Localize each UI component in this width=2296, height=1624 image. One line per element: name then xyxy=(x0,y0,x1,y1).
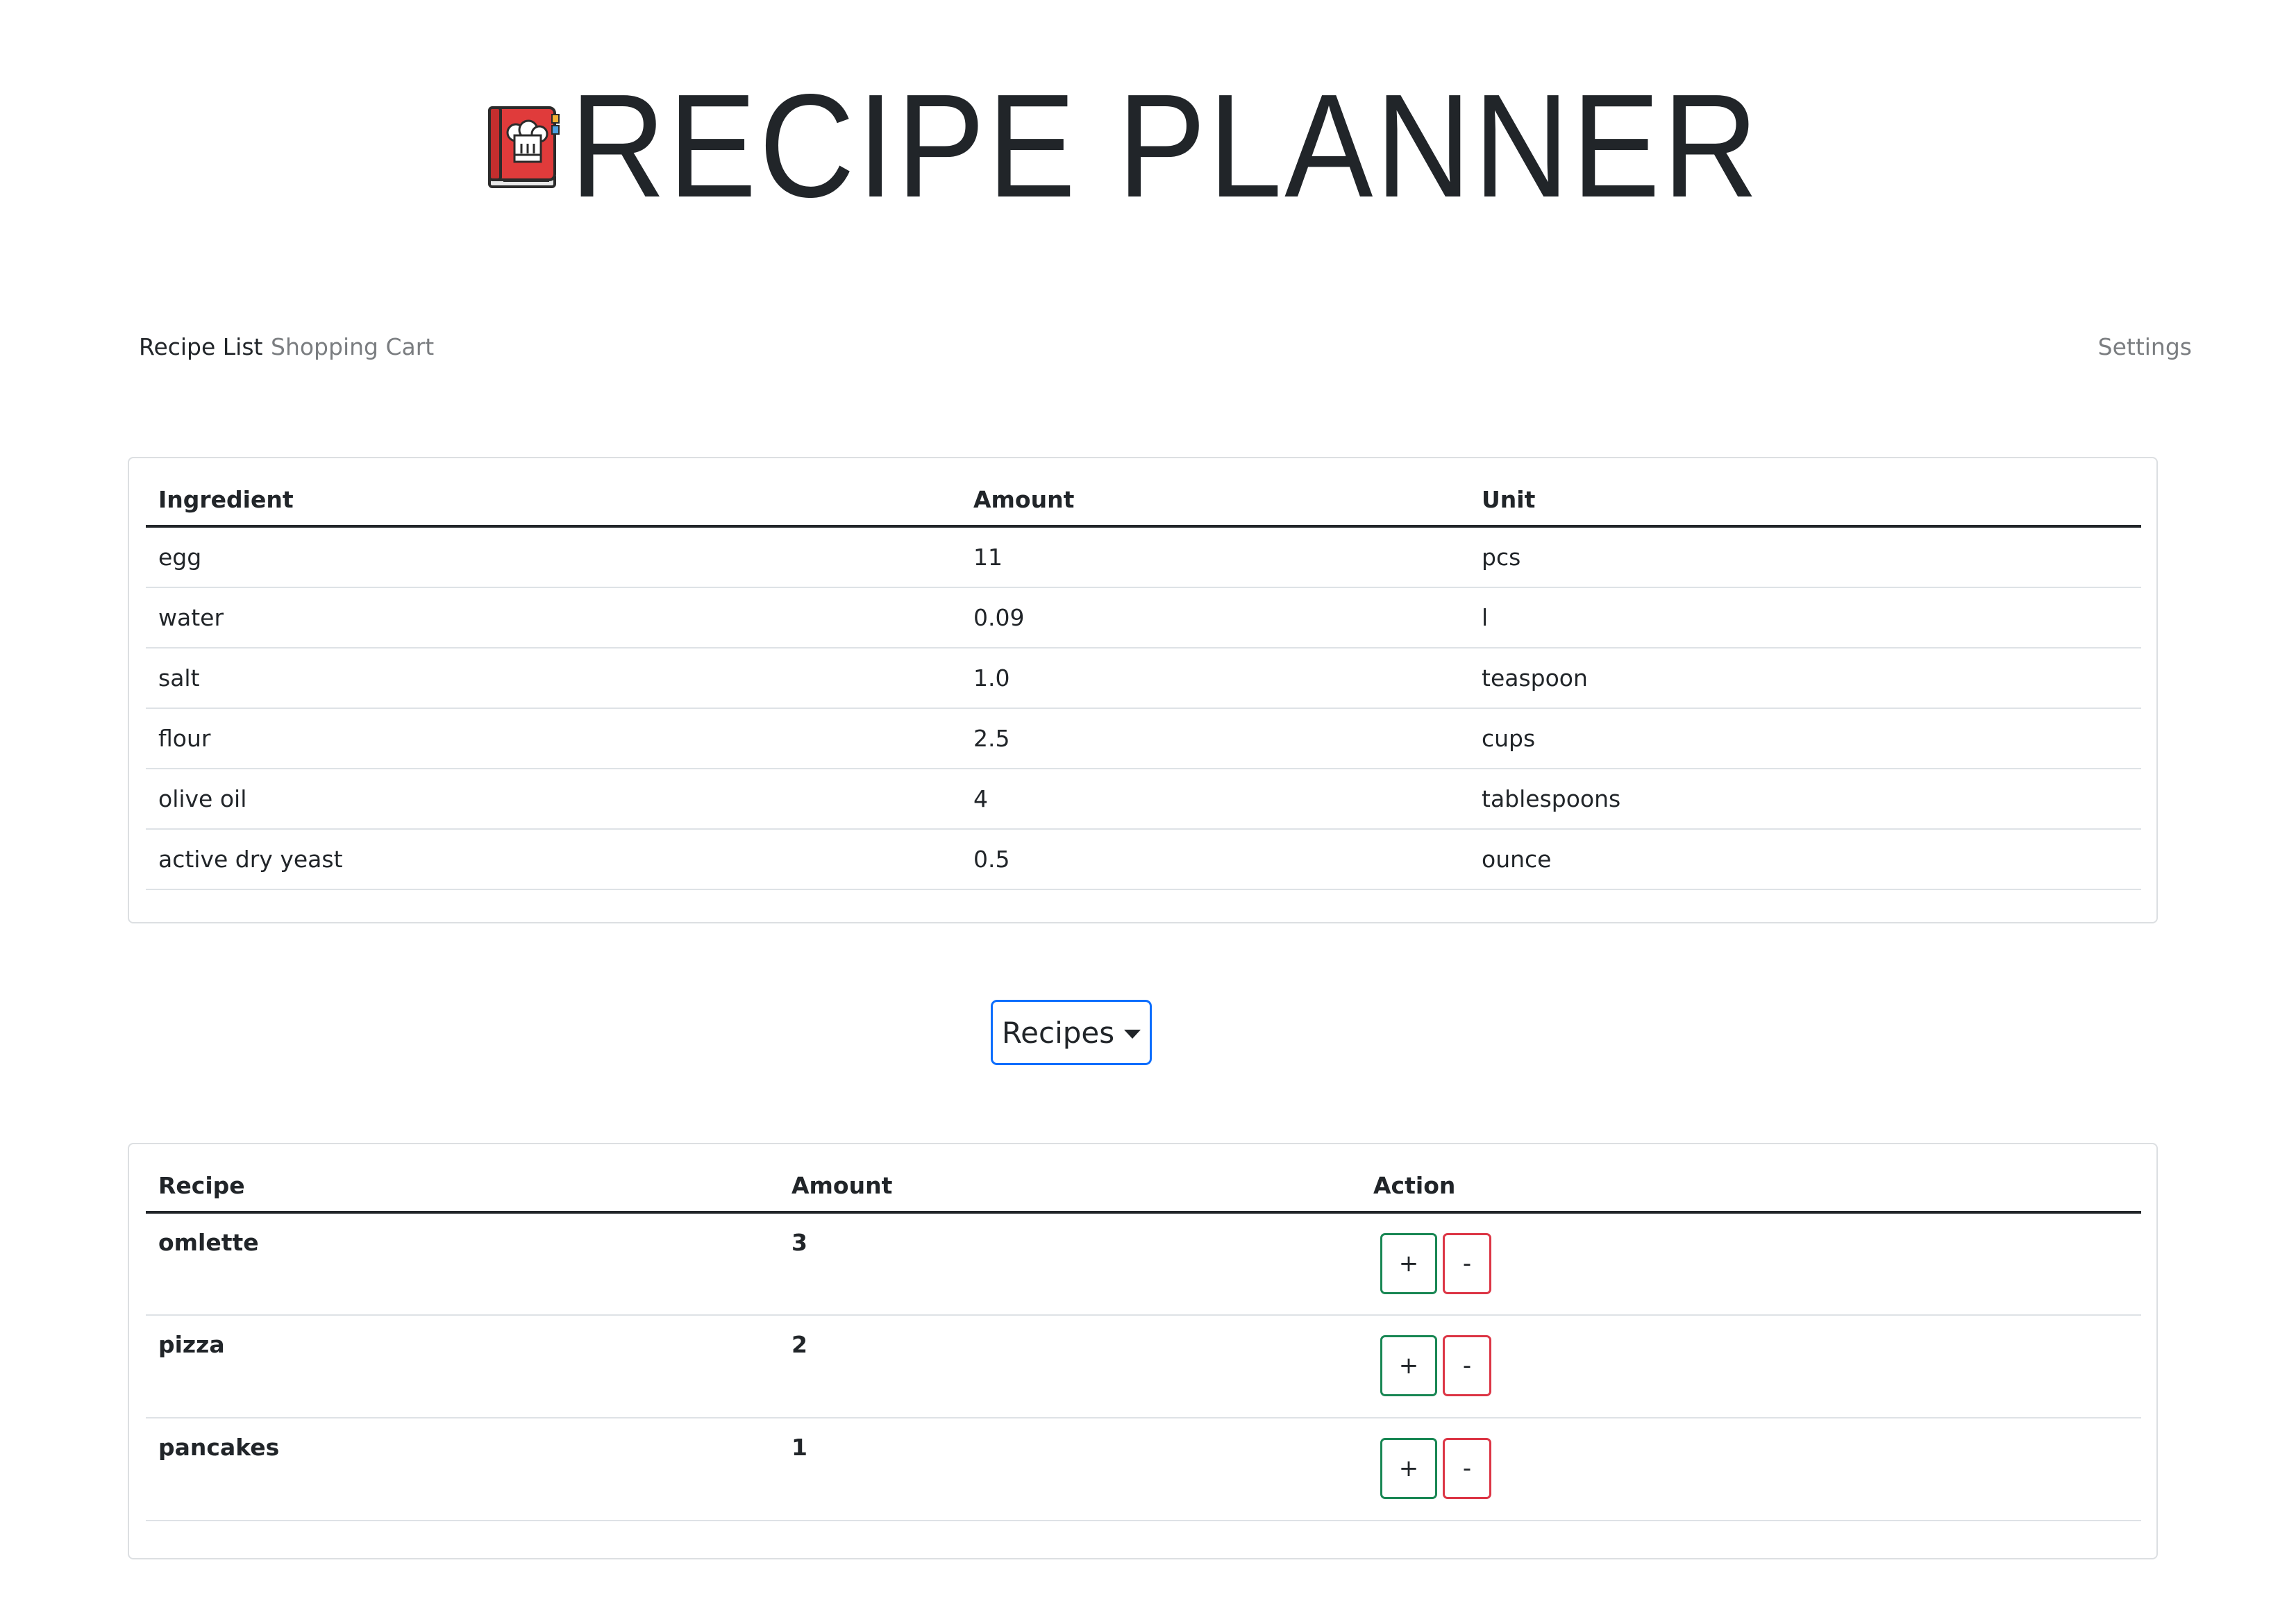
increase-button[interactable]: + xyxy=(1380,1335,1437,1396)
nav-recipe-list[interactable]: Recipe List xyxy=(139,326,263,368)
decrease-button[interactable]: - xyxy=(1443,1335,1491,1396)
column-header-unit: Unit xyxy=(1469,474,2141,528)
ingredient-name: olive oil xyxy=(146,769,961,830)
ingredient-amount: 0.09 xyxy=(961,587,1469,648)
ingredient-unit: pcs xyxy=(1469,526,2141,588)
table-row: omlette 3 + - xyxy=(146,1212,2141,1316)
table-row: flour 2.5 cups xyxy=(146,708,2141,769)
column-header-recipe: Recipe xyxy=(146,1160,779,1214)
recipe-amount: 2 xyxy=(779,1315,1361,1418)
recipe-actions: + - xyxy=(1361,1315,2141,1418)
app-title: RECIPE PLANNER xyxy=(569,63,1761,228)
recipe-amount: 1 xyxy=(779,1418,1361,1521)
recipes-dropdown-label: Recipes xyxy=(1001,1015,1115,1050)
table-row: pizza 2 + - xyxy=(146,1315,2141,1418)
ingredient-name: egg xyxy=(146,526,961,588)
recipe-actions: + - xyxy=(1361,1418,2141,1521)
ingredient-name: flour xyxy=(146,708,961,769)
column-header-ingredient: Ingredient xyxy=(146,474,961,528)
column-header-action: Action xyxy=(1361,1160,2141,1214)
table-row: olive oil 4 tablespoons xyxy=(146,769,2141,830)
recipe-amount: 3 xyxy=(779,1212,1361,1316)
recipes-card: Recipe Amount Action omlette 3 + - pizza… xyxy=(128,1143,2158,1559)
table-row: pancakes 1 + - xyxy=(146,1418,2141,1521)
recipe-actions: + - xyxy=(1361,1212,2141,1316)
ingredient-unit: l xyxy=(1469,587,2141,648)
app-header: RECIPE PLANNER xyxy=(0,72,2296,219)
ingredient-name: salt xyxy=(146,648,961,709)
ingredient-amount: 11 xyxy=(961,526,1469,588)
table-row: salt 1.0 teaspoon xyxy=(146,648,2141,709)
decrease-button[interactable]: - xyxy=(1443,1438,1491,1499)
recipes-dropdown-button[interactable]: Recipes xyxy=(991,1000,1152,1065)
ingredient-amount: 4 xyxy=(961,769,1469,830)
table-row: water 0.09 l xyxy=(146,587,2141,648)
table-row: egg 11 pcs xyxy=(146,526,2141,588)
ingredients-card: Ingredient Amount Unit egg 11 pcs water … xyxy=(128,457,2158,923)
decrease-button[interactable]: - xyxy=(1443,1233,1491,1294)
caret-down-icon xyxy=(1124,1029,1141,1039)
ingredient-unit: tablespoons xyxy=(1469,769,2141,830)
recipes-table: Recipe Amount Action omlette 3 + - pizza… xyxy=(146,1160,2141,1521)
ingredient-name: active dry yeast xyxy=(146,829,961,890)
recipe-name: pizza xyxy=(146,1315,779,1418)
ingredient-name: water xyxy=(146,587,961,648)
increase-button[interactable]: + xyxy=(1380,1233,1437,1294)
nav-shopping-cart[interactable]: Shopping Cart xyxy=(271,326,434,368)
ingredient-unit: teaspoon xyxy=(1469,648,2141,709)
increase-button[interactable]: + xyxy=(1380,1438,1437,1499)
recipe-name: pancakes xyxy=(146,1418,779,1521)
ingredient-amount: 2.5 xyxy=(961,708,1469,769)
ingredient-amount: 0.5 xyxy=(961,829,1469,890)
ingredients-table: Ingredient Amount Unit egg 11 pcs water … xyxy=(146,474,2141,890)
table-row: active dry yeast 0.5 ounce xyxy=(146,829,2141,890)
recipe-name: omlette xyxy=(146,1212,779,1316)
main-nav: Recipe List Shopping Cart Settings xyxy=(0,326,2296,368)
ingredient-unit: cups xyxy=(1469,708,2141,769)
recipe-book-icon xyxy=(487,106,560,188)
column-header-amount: Amount xyxy=(779,1160,1361,1214)
nav-settings[interactable]: Settings xyxy=(2098,326,2192,368)
ingredient-amount: 1.0 xyxy=(961,648,1469,709)
ingredient-unit: ounce xyxy=(1469,829,2141,890)
column-header-amount: Amount xyxy=(961,474,1469,528)
